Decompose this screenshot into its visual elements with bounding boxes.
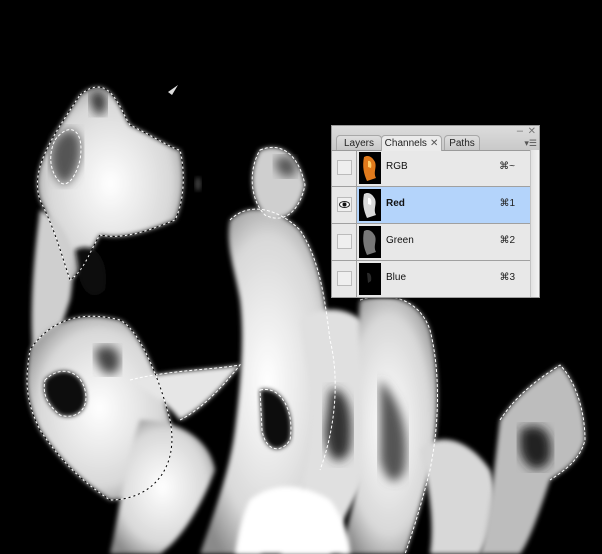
channel-name: Red (386, 198, 405, 209)
channel-row-blue[interactable]: Blue ⌘3 (332, 261, 531, 298)
panel-menu-icon[interactable]: ▾☰ (523, 138, 537, 148)
channel-thumbnail-green (359, 226, 381, 258)
tab-channels[interactable]: Channels ✕ (381, 135, 442, 151)
close-tab-icon[interactable]: ✕ (430, 138, 438, 149)
channel-main[interactable]: Red ⌘1 (357, 187, 531, 223)
tab-channels-label: Channels (384, 138, 427, 149)
tab-paths-label: Paths (449, 138, 475, 149)
tab-layers[interactable]: Layers (336, 135, 382, 150)
tab-paths[interactable]: Paths (444, 135, 480, 150)
channel-row-red[interactable]: Red ⌘1 (332, 187, 531, 224)
visibility-toggle[interactable] (337, 160, 352, 175)
channel-main[interactable]: Blue ⌘3 (357, 261, 531, 297)
tab-layers-label: Layers (343, 138, 374, 149)
channel-shortcut: ⌘2 (499, 235, 515, 246)
channel-main[interactable]: Green ⌘2 (357, 224, 531, 260)
channel-row-rgb[interactable]: RGB ⌘~ (332, 150, 531, 187)
channel-name: Green (386, 235, 414, 246)
panel-tab-bar: Layers Channels ✕ Paths – ✕ ▾☰ (332, 126, 539, 151)
channels-panel: Layers Channels ✕ Paths – ✕ ▾☰ RGB ⌘~ Re… (331, 125, 540, 298)
channel-main[interactable]: RGB ⌘~ (357, 150, 531, 186)
channel-shortcut: ⌘~ (499, 161, 515, 172)
visibility-toggle[interactable] (337, 234, 352, 249)
channel-row-green[interactable]: Green ⌘2 (332, 224, 531, 261)
scrollbar[interactable] (530, 150, 539, 297)
channel-list: RGB ⌘~ Red ⌘1 Green ⌘2 Blue ⌘3 (332, 150, 531, 298)
channel-name: Blue (386, 272, 407, 283)
minimize-icon[interactable]: – (517, 126, 523, 137)
visibility-toggle[interactable] (337, 197, 352, 212)
channel-name: RGB (386, 161, 408, 172)
channel-shortcut: ⌘3 (499, 272, 515, 283)
channel-thumbnail-blue (359, 263, 381, 295)
visibility-toggle[interactable] (337, 271, 352, 286)
eye-icon (339, 201, 350, 208)
channel-shortcut: ⌘1 (499, 198, 515, 209)
channel-thumbnail-rgb (359, 152, 381, 184)
close-icon[interactable]: ✕ (528, 126, 536, 137)
channel-thumbnail-red (359, 189, 381, 221)
